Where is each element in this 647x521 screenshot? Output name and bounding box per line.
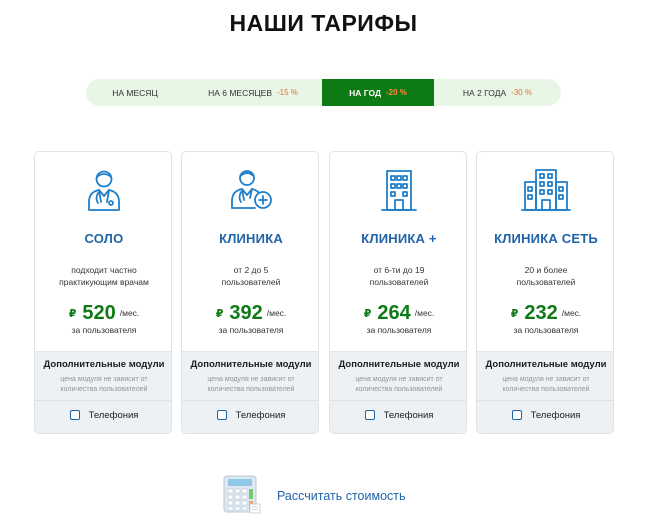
period-tabs: НА МЕСЯЦ НА 6 МЕСЯЦЕВ -15 % НА ГОД -20 %…	[86, 79, 561, 106]
extra-modules: Дополнительные модули цена модуля не зав…	[182, 351, 318, 433]
telephony-checkbox[interactable]	[364, 410, 375, 420]
divider	[330, 400, 466, 401]
plan-name: КЛИНИКА +	[361, 231, 437, 246]
plan-card-clinic-plus: КЛИНИКА + от 6-ти до 19 пользователей ₽2…	[329, 151, 467, 434]
telephony-option[interactable]: Телефония	[330, 407, 466, 423]
extra-modules: Дополнительные модули цена модуля не зав…	[477, 351, 613, 433]
tab-6-months-discount: -15 %	[277, 88, 298, 97]
plan-name: КЛИНИКА	[219, 231, 283, 246]
plan-price: ₽392/мес.	[182, 302, 318, 325]
telephony-label: Телефония	[235, 409, 286, 421]
price-per-user: за пользователя	[71, 325, 137, 335]
price-amount: 232	[524, 302, 558, 324]
currency-sign: ₽	[68, 308, 77, 320]
plan-card-clinic: КЛИНИКА от 2 до 5 пользователей ₽392/мес…	[181, 151, 319, 434]
price-unit: /мес.	[414, 308, 435, 318]
telephony-checkbox[interactable]	[216, 410, 227, 420]
plan-description: от 2 до 5 пользователей	[221, 265, 281, 287]
hospital-network-icon	[477, 166, 613, 212]
price-amount: 392	[229, 302, 263, 324]
divider	[182, 400, 318, 401]
price-per-user: за пользователя	[513, 325, 579, 335]
doctor-plus-icon	[182, 166, 318, 212]
plan-description: от 6-ти до 19 пользователей	[369, 265, 429, 287]
price-unit: /мес.	[119, 308, 140, 318]
page-title: НАШИ ТАРИФЫ	[229, 10, 418, 36]
plan-price: ₽232/мес.	[477, 302, 613, 325]
plan-price: ₽520/мес.	[35, 302, 171, 325]
extra-modules: Дополнительные модули цена модуля не зав…	[330, 351, 466, 433]
price-unit: /мес.	[561, 308, 582, 318]
modules-note: цена модуля не зависит от количества пол…	[355, 376, 443, 393]
modules-note: цена модуля не зависит от количества пол…	[60, 376, 148, 393]
plan-cards: СОЛО подходит частно практикующим врачам…	[34, 151, 614, 434]
tab-2-years[interactable]: НА 2 ГОДА -30 %	[434, 79, 561, 106]
plan-price: ₽264/мес.	[330, 302, 466, 325]
calculator-icon	[221, 474, 261, 519]
calculate-cost-link[interactable]: Рассчитать стоимость	[221, 474, 406, 519]
tab-6-months-label: НА 6 МЕСЯЦЕВ	[208, 87, 272, 98]
divider	[35, 400, 171, 401]
doctor-icon	[35, 166, 171, 212]
modules-title: Дополнительные модули	[338, 359, 460, 370]
tab-year-discount: -20 %	[386, 88, 407, 97]
modules-title: Дополнительные модули	[43, 359, 165, 370]
price-per-user: за пользователя	[366, 325, 432, 335]
price-unit: /мес.	[266, 308, 287, 318]
telephony-option[interactable]: Телефония	[35, 407, 171, 423]
tab-month[interactable]: НА МЕСЯЦ	[86, 79, 184, 106]
telephony-option[interactable]: Телефония	[477, 407, 613, 423]
modules-note: цена модуля не зависит от количества пол…	[502, 376, 590, 393]
telephony-label: Телефония	[88, 409, 139, 421]
tab-month-label: НА МЕСЯЦ	[112, 87, 158, 98]
modules-note: цена модуля не зависит от количества пол…	[207, 376, 295, 393]
tab-year-label: НА ГОД	[349, 87, 381, 98]
plan-description: 20 и более пользователей	[516, 265, 576, 287]
telephony-label: Телефония	[383, 409, 434, 421]
tab-2-years-discount: -30 %	[511, 88, 533, 97]
tab-year[interactable]: НА ГОД -20 %	[322, 79, 434, 106]
calculate-cost-label: Рассчитать стоимость	[277, 489, 406, 503]
plan-card-clinic-network: КЛИНИКА СЕТЬ 20 и более пользователей ₽2…	[476, 151, 614, 434]
telephony-label: Телефония	[530, 409, 581, 421]
plan-description: подходит частно практикующим врачам	[59, 265, 149, 287]
telephony-option[interactable]: Телефония	[182, 407, 318, 423]
currency-sign: ₽	[363, 308, 372, 320]
telephony-checkbox[interactable]	[69, 410, 80, 420]
modules-title: Дополнительные модули	[485, 359, 607, 370]
divider	[477, 400, 613, 401]
building-icon	[330, 166, 466, 212]
price-amount: 520	[82, 302, 116, 324]
tab-2-years-label: НА 2 ГОДА	[462, 87, 507, 98]
modules-title: Дополнительные модули	[190, 359, 312, 370]
telephony-checkbox[interactable]	[511, 410, 522, 420]
plan-name: СОЛО	[84, 231, 124, 246]
price-amount: 264	[377, 302, 411, 324]
currency-sign: ₽	[215, 308, 224, 320]
price-per-user: за пользователя	[218, 325, 284, 335]
plan-name: КЛИНИКА СЕТЬ	[494, 231, 598, 246]
currency-sign: ₽	[510, 308, 519, 320]
tab-6-months[interactable]: НА 6 МЕСЯЦЕВ -15 %	[184, 79, 322, 106]
extra-modules: Дополнительные модули цена модуля не зав…	[35, 351, 171, 433]
plan-card-solo: СОЛО подходит частно практикующим врачам…	[34, 151, 172, 434]
